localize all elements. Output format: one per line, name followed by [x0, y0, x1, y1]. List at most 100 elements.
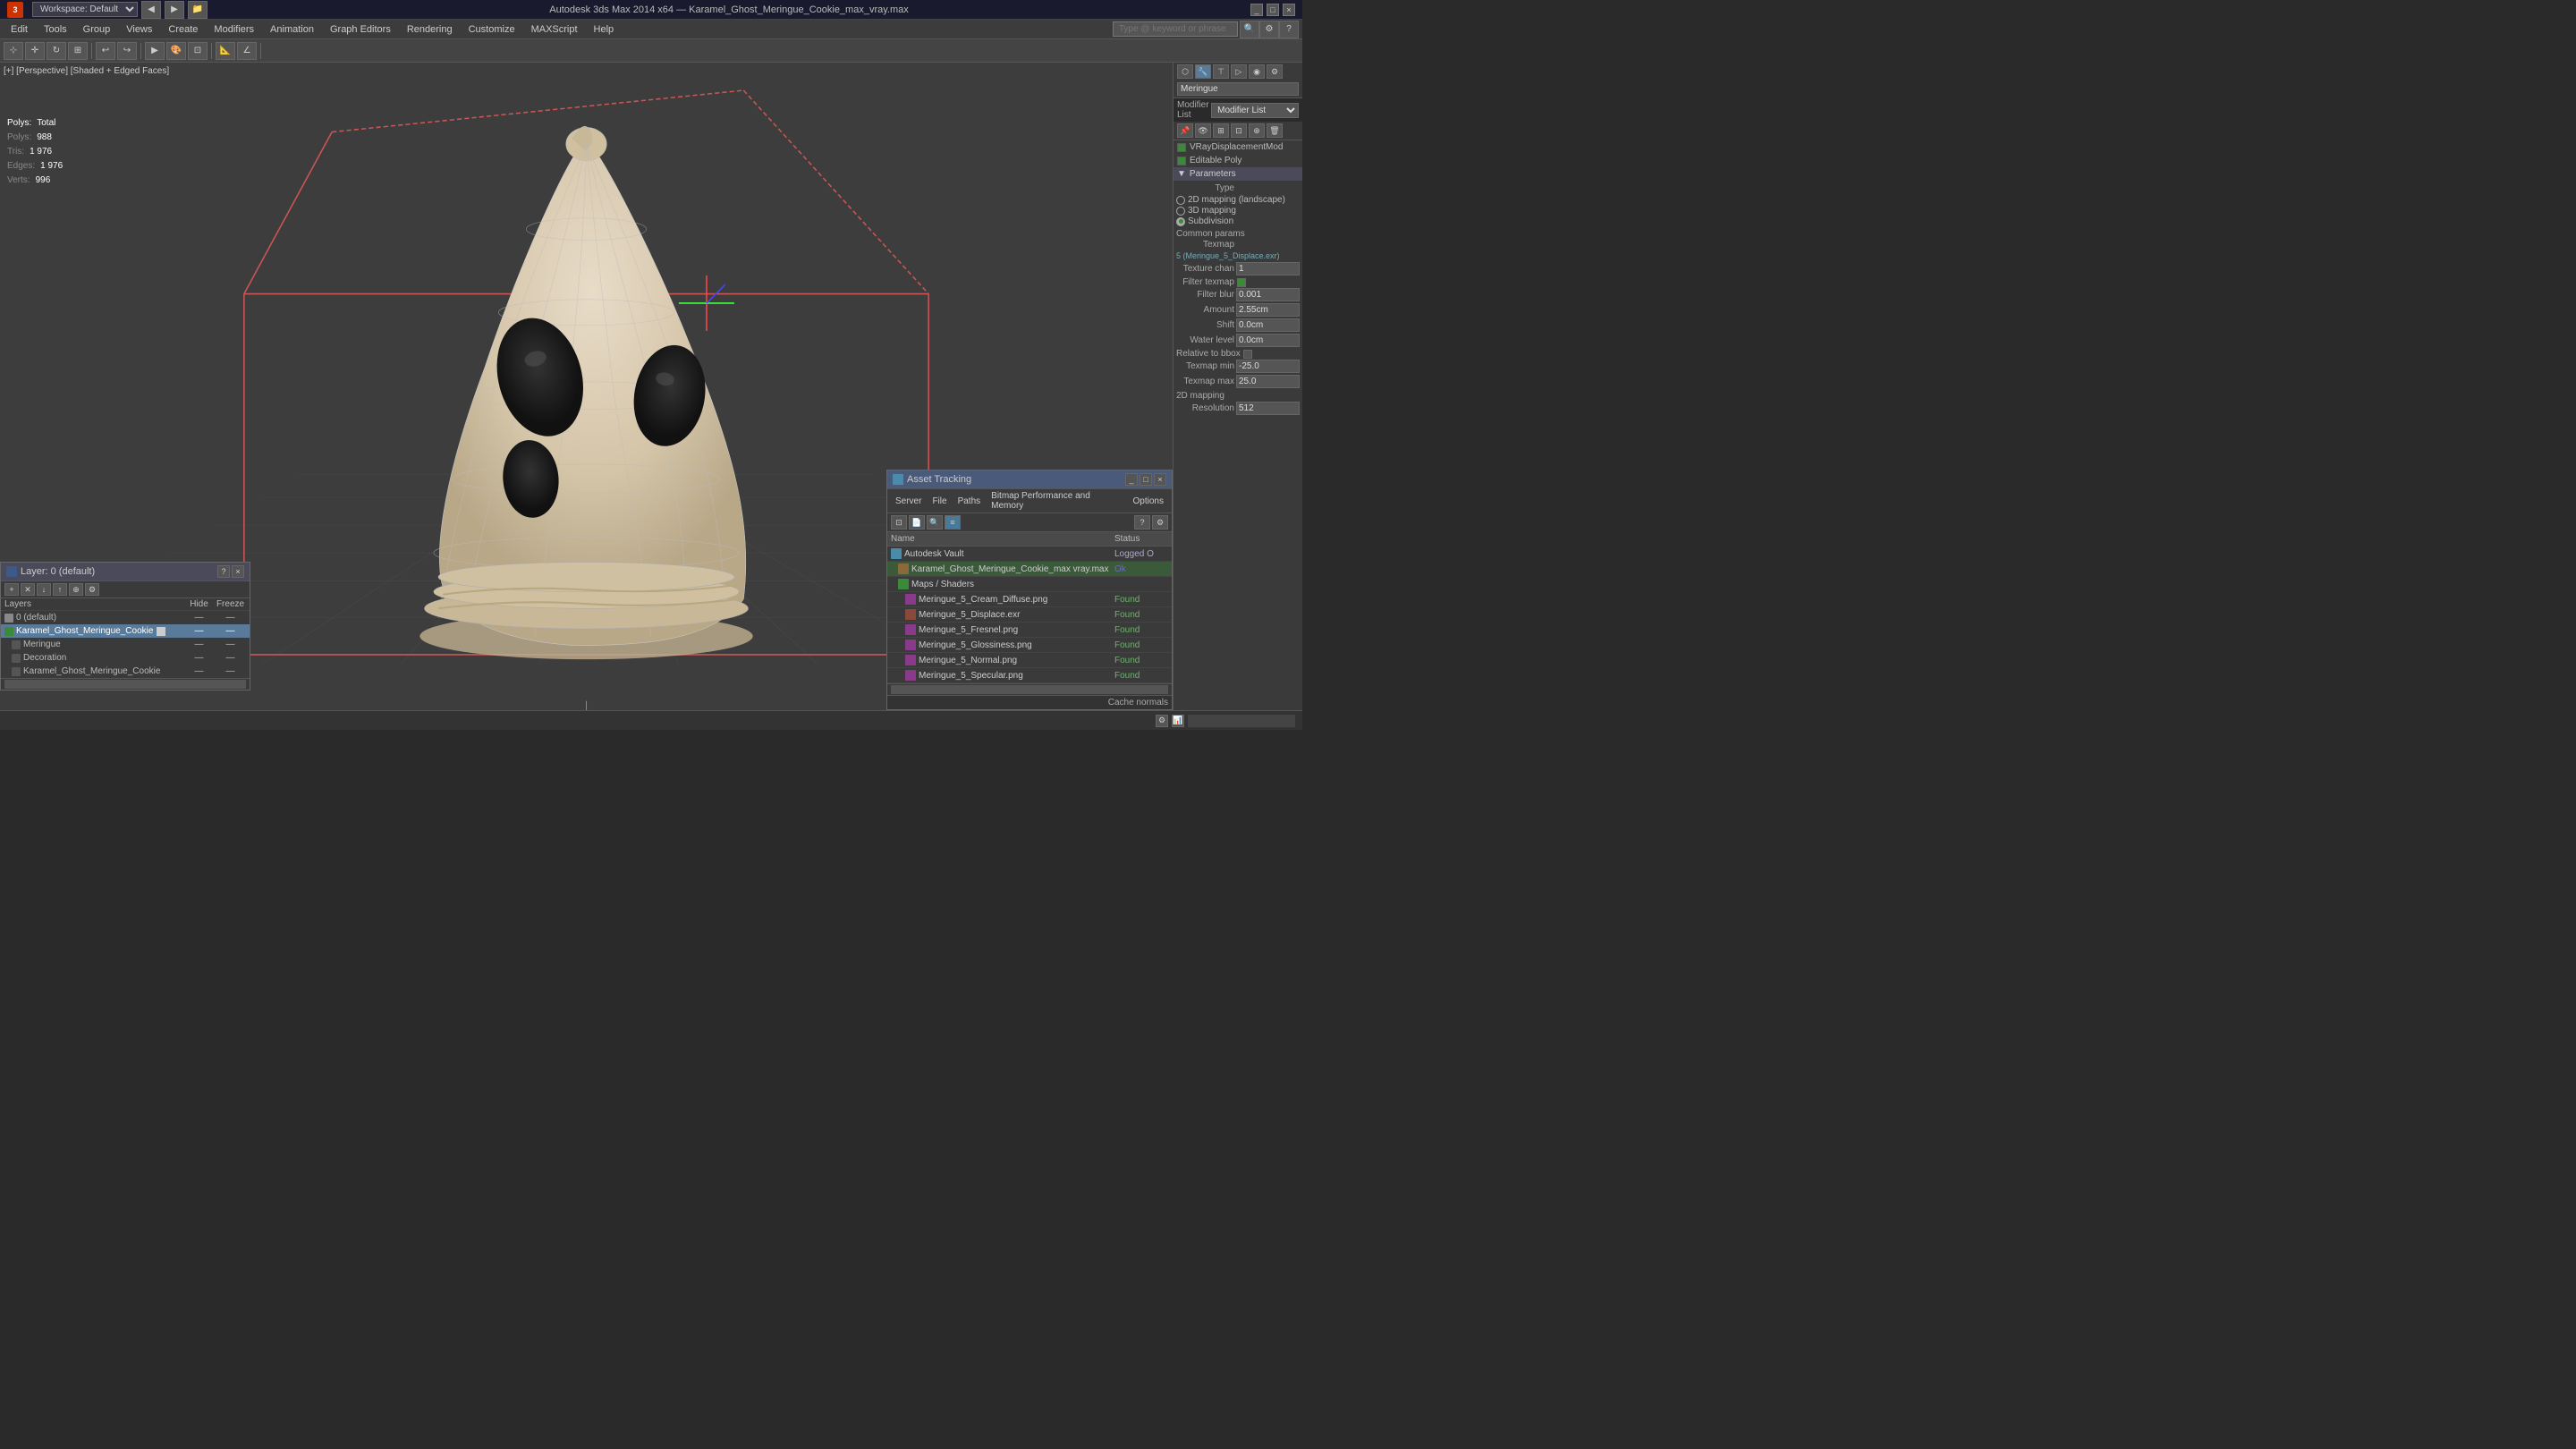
- remove-modifier-icon[interactable]: 🗑: [1267, 123, 1283, 138]
- menu-animation[interactable]: Animation: [263, 22, 321, 37]
- asset-menu-options[interactable]: Options: [1129, 496, 1168, 507]
- material-editor[interactable]: 🎨: [166, 42, 186, 60]
- texmap-max-input[interactable]: [1236, 375, 1300, 388]
- asset-tool-4[interactable]: ≡: [945, 515, 961, 530]
- texture-chan-input[interactable]: [1236, 262, 1300, 275]
- layers-help[interactable]: ?: [217, 565, 230, 578]
- nav-back[interactable]: ◀: [141, 1, 161, 19]
- layer-item-1[interactable]: Karamel_Ghost_Meringue_Cookie — —: [1, 624, 250, 638]
- hierarchy-icon[interactable]: ⊤: [1213, 64, 1229, 79]
- menu-tools[interactable]: Tools: [37, 22, 74, 37]
- window-controls[interactable]: _ □ ×: [1250, 4, 1295, 16]
- menu-views[interactable]: Views: [119, 22, 159, 37]
- layer-vis-3[interactable]: —: [183, 653, 215, 663]
- rotate-tool[interactable]: ↻: [47, 42, 66, 60]
- asset-minimize[interactable]: _: [1125, 473, 1138, 486]
- open-file[interactable]: 📁: [188, 1, 208, 19]
- minimize-button[interactable]: _: [1250, 4, 1263, 16]
- menu-rendering[interactable]: Rendering: [400, 22, 460, 37]
- utilities-icon[interactable]: ⚙: [1267, 64, 1283, 79]
- menu-customize[interactable]: Customize: [462, 22, 522, 37]
- layer-vis-1[interactable]: —: [183, 626, 215, 636]
- layer-vis-4[interactable]: —: [183, 666, 215, 676]
- layer-merge[interactable]: ⊕: [69, 583, 83, 596]
- texmap-value[interactable]: 5 (Meringue_5_Displace.exr): [1176, 251, 1300, 260]
- asset-help[interactable]: ?: [1134, 515, 1150, 530]
- make-unique-icon[interactable]: ⊕: [1249, 123, 1265, 138]
- motion-icon[interactable]: ▷: [1231, 64, 1247, 79]
- asset-row-8[interactable]: Meringue_5_Specular.png Found: [887, 668, 1172, 683]
- modifier-list-dropdown[interactable]: Modifier List: [1211, 103, 1299, 118]
- maximize-button[interactable]: □: [1267, 4, 1279, 16]
- undo-tool[interactable]: ↩: [96, 42, 115, 60]
- layer-vis-2[interactable]: —: [183, 640, 215, 649]
- help-button[interactable]: ?: [1279, 21, 1299, 38]
- timeline-bar[interactable]: [1188, 715, 1295, 727]
- asset-maximize[interactable]: □: [1140, 473, 1152, 486]
- layers-scrollbar[interactable]: [4, 680, 246, 689]
- search-options[interactable]: ⚙: [1259, 21, 1279, 38]
- redo-tool[interactable]: ↪: [117, 42, 137, 60]
- viewport-label[interactable]: [+] [Perspective] [Shaded + Edged Faces]: [4, 66, 169, 76]
- modifier-poly-checkbox[interactable]: [1177, 157, 1186, 165]
- texmap-min-input[interactable]: [1236, 360, 1300, 373]
- layer-freeze-4[interactable]: —: [215, 666, 246, 676]
- layer-freeze-0[interactable]: —: [215, 613, 246, 623]
- layer-item-2[interactable]: Meringue — —: [1, 638, 250, 651]
- asset-menu-paths[interactable]: Paths: [953, 496, 986, 507]
- layers-close[interactable]: ×: [232, 565, 244, 578]
- asset-row-1[interactable]: Karamel_Ghost_Meringue_Cookie_max vray.m…: [887, 562, 1172, 577]
- modifier-vray-checkbox[interactable]: [1177, 143, 1186, 152]
- asset-settings[interactable]: ⚙: [1152, 515, 1168, 530]
- asset-row-7[interactable]: Meringue_5_Normal.png Found: [887, 653, 1172, 668]
- asset-close[interactable]: ×: [1154, 473, 1166, 486]
- pin-stack-icon[interactable]: 📌: [1177, 123, 1193, 138]
- show-end-icon[interactable]: ⊡: [1231, 123, 1247, 138]
- move-tool[interactable]: ✛: [25, 42, 45, 60]
- object-name-input[interactable]: [1177, 82, 1299, 96]
- asset-row-4[interactable]: Meringue_5_Displace.exr Found: [887, 607, 1172, 623]
- resolution-input[interactable]: [1236, 402, 1300, 415]
- shift-input[interactable]: [1236, 318, 1300, 332]
- radio-3d[interactable]: 3D mapping: [1176, 206, 1300, 216]
- align-tool[interactable]: ⊡: [188, 42, 208, 60]
- water-level-input[interactable]: [1236, 334, 1300, 347]
- modify-icon[interactable]: 🔧: [1195, 64, 1211, 79]
- asset-row-0[interactable]: Autodesk Vault Logged O: [887, 547, 1172, 562]
- menu-group[interactable]: Group: [76, 22, 118, 37]
- filter-texmap-cb[interactable]: [1237, 278, 1246, 287]
- layer-delete[interactable]: ✕: [21, 583, 35, 596]
- workspace-selector[interactable]: Workspace: Default: [32, 2, 138, 17]
- show-result-icon[interactable]: ⊞: [1213, 123, 1229, 138]
- show-all-icon[interactable]: 👁: [1195, 123, 1211, 138]
- layer-item-3[interactable]: Decoration — —: [1, 651, 250, 665]
- parameters-section[interactable]: ▼ Parameters: [1174, 167, 1302, 181]
- display-icon[interactable]: ◉: [1249, 64, 1265, 79]
- asset-tool-2[interactable]: 📄: [909, 515, 925, 530]
- modifier-vray[interactable]: VRayDisplacementMod: [1174, 140, 1302, 154]
- asset-row-3[interactable]: Meringue_5_Cream_Diffuse.png Found: [887, 592, 1172, 607]
- asset-menu-bitmap[interactable]: Bitmap Performance and Memory: [987, 490, 1126, 512]
- asset-row-5[interactable]: Meringue_5_Fresnel.png Found: [887, 623, 1172, 638]
- asset-tool-3[interactable]: 🔍: [927, 515, 943, 530]
- scale-tool[interactable]: ⊞: [68, 42, 88, 60]
- layer-item-0[interactable]: 0 (default) — —: [1, 611, 250, 624]
- layer-settings[interactable]: ⚙: [85, 583, 99, 596]
- menu-graph-editors[interactable]: Graph Editors: [323, 22, 398, 37]
- layer-freeze-1[interactable]: —: [215, 626, 246, 636]
- asset-menu-server[interactable]: Server: [891, 496, 926, 507]
- layer-freeze-3[interactable]: —: [215, 653, 246, 663]
- menu-help[interactable]: Help: [587, 22, 622, 37]
- layer-sel-from[interactable]: ↑: [53, 583, 67, 596]
- search-input[interactable]: [1113, 21, 1238, 37]
- render-tool[interactable]: ▶: [145, 42, 165, 60]
- menu-create[interactable]: Create: [161, 22, 205, 37]
- asset-row-2[interactable]: Maps / Shaders: [887, 577, 1172, 592]
- asset-tool-1[interactable]: ⊡: [891, 515, 907, 530]
- status-btn-1[interactable]: ⚙: [1156, 715, 1168, 727]
- select-tool[interactable]: ⊹: [4, 42, 23, 60]
- layer-vis-0[interactable]: —: [183, 613, 215, 623]
- asset-menu-file[interactable]: File: [928, 496, 951, 507]
- create-icon[interactable]: ⬡: [1177, 64, 1193, 79]
- status-btn-2[interactable]: 📊: [1172, 715, 1184, 727]
